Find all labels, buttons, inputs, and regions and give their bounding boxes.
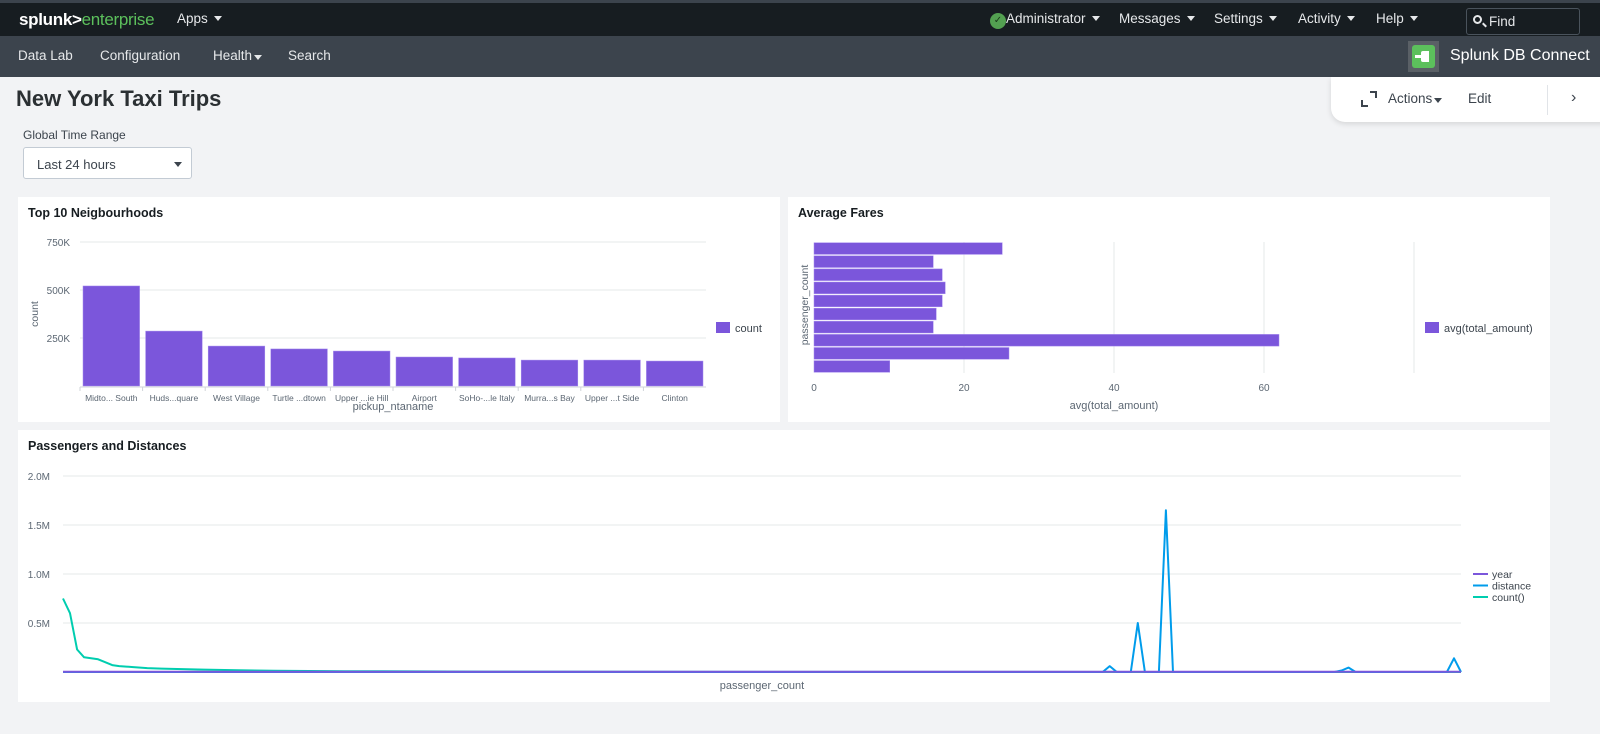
bar bbox=[813, 334, 1280, 347]
time-range-dropdown[interactable]: Last 24 hours bbox=[23, 147, 192, 179]
y-axis-label: passenger_count bbox=[799, 265, 811, 346]
activity-menu[interactable]: Activity bbox=[1298, 11, 1355, 26]
y-axis-label: count bbox=[29, 301, 41, 327]
average-fares-chart: 0 20 40 60 avg(total_amount) passenger_counta… bbox=[799, 242, 1533, 412]
x-tick-label: 40 bbox=[1108, 383, 1120, 394]
panel-passengers-distances: Passengers and Distances 0.5M 1.0M 1.5M 2.0… bbox=[18, 430, 1550, 702]
x-tick-label: Huds...quare bbox=[150, 393, 199, 403]
db-connect-plug-icon bbox=[1408, 41, 1439, 72]
fullscreen-expand-icon[interactable] bbox=[1361, 91, 1377, 107]
dashboard-action-bar: Actions Edit › bbox=[1331, 77, 1600, 122]
chevron-down-icon bbox=[1346, 16, 1355, 21]
bar bbox=[813, 321, 934, 334]
bar bbox=[813, 294, 943, 308]
top-neighbourhoods-chart: 250K 500K 750K Midto... South Huds...quare We… bbox=[29, 238, 762, 413]
divider bbox=[1547, 85, 1548, 115]
passengers-distances-chart: 0.5M 1.0M 1.5M 2.0M passenger_count yeardista… bbox=[28, 472, 1532, 692]
bar bbox=[207, 345, 266, 387]
legend-swatch bbox=[716, 322, 730, 333]
chevron-down-icon bbox=[1409, 16, 1418, 21]
bar bbox=[145, 330, 203, 387]
dashboard-title: New York Taxi Trips bbox=[16, 86, 222, 111]
nav-data-lab[interactable]: Data Lab bbox=[18, 48, 73, 63]
chevron-down-icon bbox=[254, 55, 263, 60]
bar bbox=[813, 255, 934, 268]
nav-configuration[interactable]: Configuration bbox=[100, 48, 180, 63]
bar bbox=[583, 359, 641, 387]
bar bbox=[333, 350, 391, 387]
legend-label: distance bbox=[1492, 581, 1531, 593]
legend-label: count bbox=[735, 323, 762, 335]
bar bbox=[520, 359, 579, 387]
chevron-down-icon bbox=[1434, 98, 1443, 103]
chevron-down-icon bbox=[1186, 16, 1195, 21]
messages-menu[interactable]: Messages bbox=[1119, 11, 1195, 26]
bar bbox=[458, 357, 516, 387]
x-axis-label: avg(total_amount) bbox=[1070, 400, 1159, 412]
chevron-right-icon[interactable]: › bbox=[1571, 89, 1576, 107]
edit-button[interactable]: Edit bbox=[1468, 91, 1491, 106]
settings-menu[interactable]: Settings bbox=[1214, 11, 1277, 26]
nav-health[interactable]: Health bbox=[213, 48, 263, 63]
y-tick-label: 2.0M bbox=[28, 472, 50, 483]
x-tick-label: Turtle ...dtown bbox=[272, 393, 326, 403]
app-navigation-bar: Data Lab Configuration Health Search Spl… bbox=[0, 36, 1600, 77]
bar bbox=[813, 307, 937, 321]
x-tick-label: Upper ...t Side bbox=[585, 393, 640, 403]
x-tick-label: Midto... South bbox=[85, 393, 138, 403]
bar bbox=[813, 281, 946, 294]
legend-label: year bbox=[1492, 569, 1513, 581]
health-status-ok-icon[interactable]: ✓ bbox=[990, 13, 1006, 29]
bar bbox=[646, 360, 704, 387]
y-tick-label: 0.5M bbox=[28, 619, 50, 630]
actions-menu[interactable]: Actions bbox=[1388, 91, 1443, 106]
y-tick-label: 750K bbox=[47, 238, 71, 249]
legend-label: count() bbox=[1492, 592, 1525, 604]
search-icon bbox=[1473, 15, 1482, 24]
nav-search[interactable]: Search bbox=[288, 48, 331, 63]
x-axis-label: pickup_ntaname bbox=[353, 401, 434, 413]
bar bbox=[813, 242, 1003, 255]
x-tick-label: Clinton bbox=[661, 393, 688, 403]
x-tick-label: 20 bbox=[958, 383, 970, 394]
splunk-logo[interactable]: splunk>enterprise bbox=[19, 10, 155, 30]
chevron-down-icon bbox=[213, 16, 222, 21]
help-menu[interactable]: Help bbox=[1376, 11, 1418, 26]
x-tick-label: 0 bbox=[811, 383, 817, 394]
bar bbox=[813, 268, 943, 281]
y-tick-label: 500K bbox=[47, 286, 71, 297]
y-tick-label: 250K bbox=[47, 334, 71, 345]
bar bbox=[82, 285, 140, 387]
chevron-down-icon bbox=[1268, 16, 1277, 21]
series-line-count bbox=[62, 598, 1462, 673]
legend-swatch bbox=[1425, 322, 1439, 333]
x-axis-label: passenger_count bbox=[720, 680, 804, 692]
series-line-distance bbox=[63, 509, 1462, 673]
x-tick-label: 60 bbox=[1258, 383, 1270, 394]
bar bbox=[395, 356, 453, 387]
y-tick-label: 1.5M bbox=[28, 521, 50, 532]
administrator-menu[interactable]: Administrator bbox=[1006, 11, 1100, 26]
top-navigation-bar: splunk>enterprise Apps ✓ Administrator M… bbox=[0, 0, 1600, 36]
y-tick-label: 1.0M bbox=[28, 570, 50, 581]
panel-average-fares: Average Fares 0 20 40 60 avg(total_amount) pa… bbox=[788, 197, 1550, 422]
time-range-label: Global Time Range bbox=[23, 128, 126, 142]
bar bbox=[813, 347, 1010, 360]
x-tick-label: Murra...s Bay bbox=[524, 393, 575, 403]
x-tick-label: West Village bbox=[213, 393, 260, 403]
app-name: Splunk DB Connect bbox=[1450, 47, 1590, 64]
x-tick-label: SoHo-...le Italy bbox=[459, 393, 515, 403]
find-search-input[interactable]: Find bbox=[1466, 8, 1580, 35]
chevron-down-icon bbox=[1091, 16, 1100, 21]
bar bbox=[270, 348, 328, 387]
chevron-down-icon bbox=[174, 162, 182, 167]
apps-menu[interactable]: Apps bbox=[177, 11, 222, 26]
bar bbox=[813, 360, 890, 373]
panel-top-neighbourhoods: Top 10 Neigbourhoods 250K 500K 750K Midto..… bbox=[18, 197, 780, 422]
legend-label: avg(total_amount) bbox=[1444, 323, 1533, 335]
